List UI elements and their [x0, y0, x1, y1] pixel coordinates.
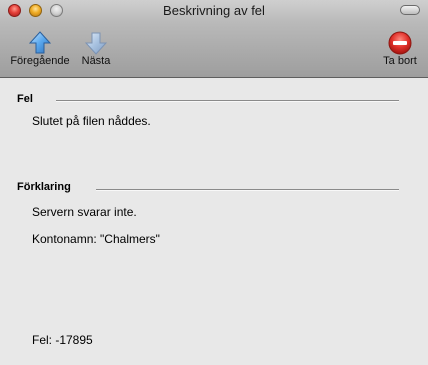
- explanation-line-1: Servern svarar inte.: [32, 205, 137, 219]
- error-description-window: Beskrivning av fel Föregående Nästa Ta b…: [0, 0, 428, 365]
- window-title: Beskrivning av fel: [163, 3, 265, 18]
- previous-button[interactable]: Föregående: [7, 31, 73, 68]
- explanation-section-header: Förklaring: [17, 181, 71, 193]
- previous-label: Föregående: [10, 55, 70, 67]
- next-button[interactable]: Nästa: [79, 31, 113, 68]
- up-arrow-icon: [29, 31, 51, 54]
- delete-button[interactable]: Ta bort: [377, 31, 423, 68]
- explanation-section-divider: [96, 189, 399, 191]
- error-code: Fel: -17895: [32, 333, 93, 347]
- toolbar-toggle-button[interactable]: [400, 5, 420, 15]
- delete-icon: [388, 31, 412, 55]
- explanation-line-2: Kontonamn: "Chalmers": [32, 232, 160, 246]
- error-section-header: Fel: [17, 93, 33, 105]
- titlebar-toolbar: Beskrivning av fel Föregående Nästa Ta b…: [0, 0, 428, 78]
- error-section-divider: [56, 100, 399, 102]
- down-arrow-icon: [85, 32, 107, 55]
- delete-label: Ta bort: [383, 55, 417, 67]
- error-message: Slutet på filen nåddes.: [32, 114, 151, 128]
- next-label: Nästa: [81, 55, 111, 67]
